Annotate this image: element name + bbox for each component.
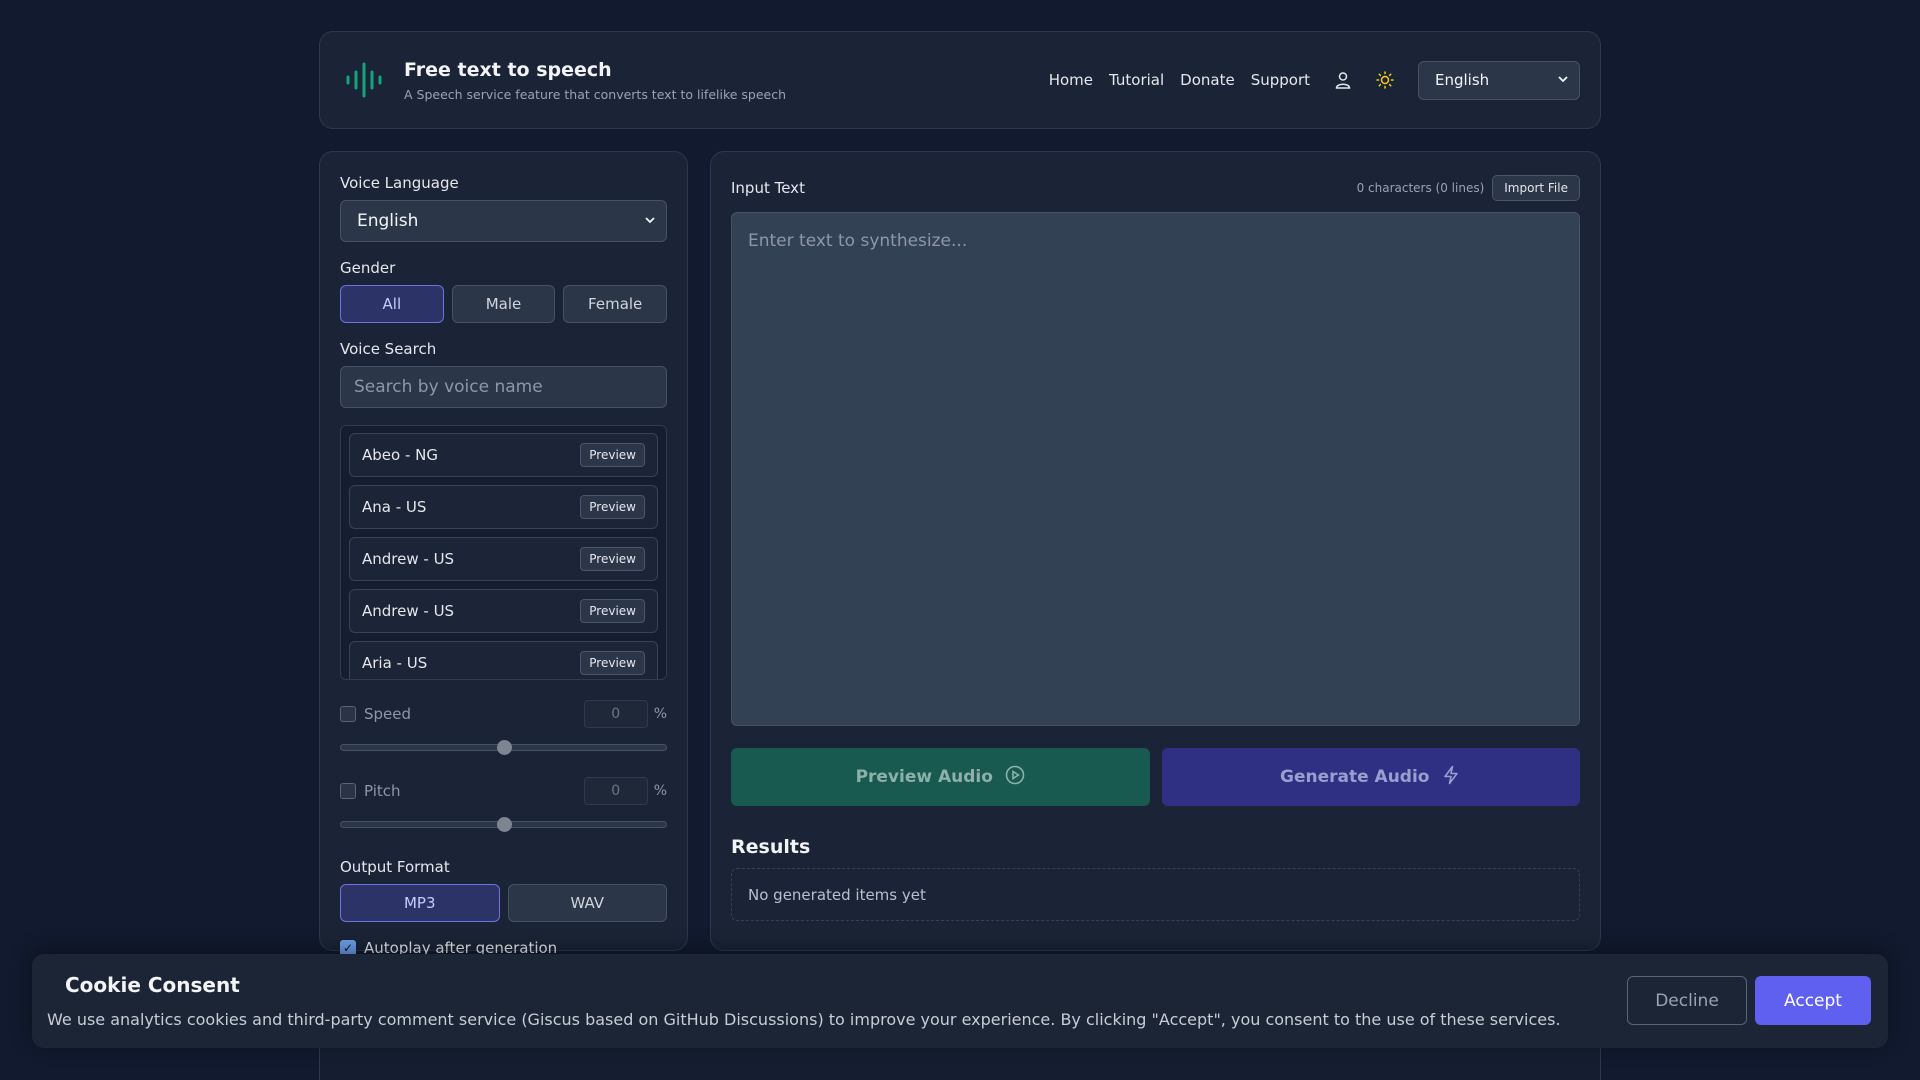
speed-value-input[interactable]: 0: [583, 700, 648, 728]
voice-preview-button[interactable]: Preview: [580, 547, 645, 571]
voice-language-select[interactable]: English: [340, 200, 667, 242]
output-format-label: Output Format: [340, 858, 450, 876]
pitch-checkbox[interactable]: [340, 783, 356, 799]
app-subtitle: A Speech service feature that converts t…: [404, 86, 787, 102]
site-language-select[interactable]: English: [1418, 60, 1580, 100]
cookie-text: We use analytics cookies and third-party…: [47, 1010, 1561, 1029]
gender-all-button[interactable]: All: [340, 285, 444, 323]
decline-button[interactable]: Decline: [1627, 976, 1747, 1025]
gender-label: Gender: [340, 259, 396, 277]
text-input-area[interactable]: Enter text to synthesize...: [731, 212, 1580, 726]
voice-search-input[interactable]: Search by voice name: [340, 366, 667, 408]
voice-language-value: English: [357, 211, 419, 231]
generate-audio-label: Generate Audio: [1280, 767, 1430, 787]
gender-male-button[interactable]: Male: [451, 285, 556, 323]
site-language-value: English: [1435, 71, 1490, 89]
speed-unit: %: [653, 706, 667, 722]
pitch-unit: %: [653, 783, 667, 799]
gender-female-button[interactable]: Female: [563, 285, 668, 323]
nav-support[interactable]: Support: [1251, 71, 1310, 89]
lightning-icon: [1441, 765, 1461, 790]
speed-row: Speed 0 %: [340, 700, 667, 728]
format-wav-button[interactable]: WAV: [507, 884, 667, 922]
pitch-label: Pitch: [364, 782, 401, 800]
pitch-row: Pitch 0 %: [340, 777, 667, 805]
voice-name: Abeo - NG: [362, 446, 438, 464]
top-nav: Home Tutorial Donate Support English: [1033, 60, 1580, 100]
format-mp3-button[interactable]: MP3: [340, 884, 500, 922]
voice-preview-button[interactable]: Preview: [580, 443, 645, 467]
header: Free text to speech A Speech service fea…: [319, 31, 1601, 129]
nav-donate[interactable]: Donate: [1180, 71, 1235, 89]
voice-name: Aria - US: [362, 654, 428, 672]
input-header: Input Text 0 characters (0 lines) Import…: [731, 174, 1580, 202]
app-container: Free text to speech A Speech service fea…: [319, 31, 1601, 129]
preview-audio-button[interactable]: Preview Audio: [731, 748, 1150, 806]
chevron-down-icon: [644, 211, 656, 231]
char-count: 0 characters (0 lines): [1356, 181, 1485, 195]
nav-tutorial[interactable]: Tutorial: [1109, 71, 1164, 89]
nav-home[interactable]: Home: [1049, 71, 1093, 89]
pitch-slider-thumb[interactable]: [496, 817, 512, 832]
action-buttons: Preview Audio Generate Audio: [731, 748, 1580, 806]
voice-search-label: Voice Search: [340, 340, 437, 358]
chevron-down-icon: [1557, 71, 1569, 89]
speed-label: Speed: [364, 705, 412, 723]
voice-item[interactable]: Andrew - US Preview: [349, 589, 658, 633]
speed-checkbox[interactable]: [340, 706, 356, 722]
app-title: Free text to speech: [404, 58, 612, 81]
voice-name: Andrew - US: [362, 550, 455, 568]
voice-list[interactable]: Abeo - NG Preview Ana - US Preview Andre…: [340, 425, 667, 680]
preview-audio-label: Preview Audio: [855, 767, 993, 787]
format-toggle: MP3 WAV: [340, 884, 667, 922]
pitch-slider[interactable]: [340, 817, 667, 832]
voice-item[interactable]: Ana - US Preview: [349, 485, 658, 529]
speed-slider[interactable]: [340, 740, 667, 755]
import-file-button[interactable]: Import File: [1492, 175, 1580, 201]
cookie-banner: Cookie Consent We use analytics cookies …: [32, 954, 1888, 1048]
voice-language-label: Voice Language: [340, 174, 459, 192]
voice-name: Ana - US: [362, 498, 427, 516]
voice-item[interactable]: Abeo - NG Preview: [349, 433, 658, 477]
brand: Free text to speech A Speech service fea…: [404, 59, 786, 102]
voice-preview-button[interactable]: Preview: [580, 599, 645, 623]
pitch-value-input[interactable]: 0: [583, 777, 648, 805]
voice-preview-button[interactable]: Preview: [580, 495, 645, 519]
results-empty: No generated items yet: [731, 868, 1580, 921]
input-text-label: Input Text: [731, 179, 805, 197]
user-icon[interactable]: [1334, 71, 1352, 89]
voice-name: Andrew - US: [362, 602, 455, 620]
cookie-title: Cookie Consent: [65, 973, 240, 997]
play-circle-icon: [1005, 765, 1025, 790]
gender-toggle: All Male Female: [340, 285, 668, 323]
accept-button[interactable]: Accept: [1755, 976, 1871, 1025]
voice-item[interactable]: Andrew - US Preview: [349, 537, 658, 581]
synthesis-panel: Input Text 0 characters (0 lines) Import…: [710, 151, 1601, 951]
speed-slider-thumb[interactable]: [496, 740, 512, 755]
sun-theme-icon[interactable]: [1376, 71, 1394, 89]
soundwave-logo-icon: [344, 60, 384, 100]
voice-preview-button[interactable]: Preview: [580, 651, 645, 675]
generate-audio-button[interactable]: Generate Audio: [1161, 748, 1580, 806]
results-title: Results: [731, 836, 811, 858]
voice-item[interactable]: Aria - US Preview: [349, 641, 658, 679]
voice-settings-panel: Voice Language English Gender All Male F…: [319, 151, 688, 957]
